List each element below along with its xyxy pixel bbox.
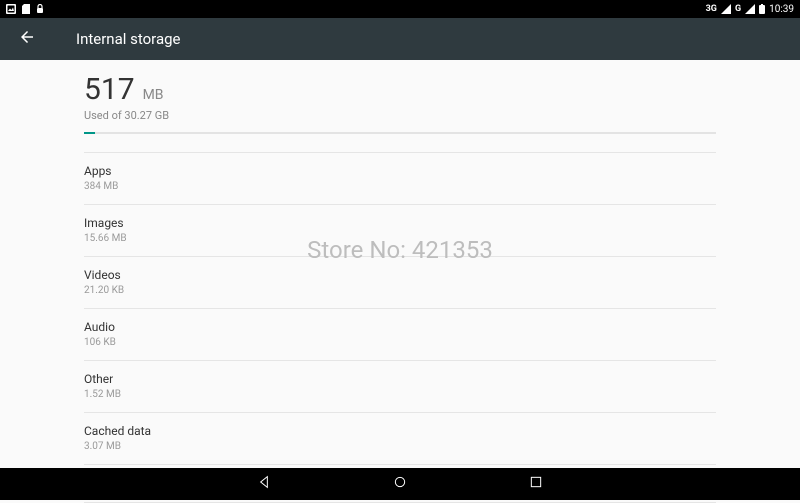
category-label: Cached data <box>84 424 716 438</box>
category-sub: 1.52 MB <box>84 389 716 400</box>
status-left <box>6 4 44 14</box>
signal-icon-2 <box>745 4 755 14</box>
signal-icon <box>721 4 731 14</box>
usage-subtitle: Used of 30.27 GB <box>84 109 716 122</box>
nav-recent-button[interactable] <box>528 474 544 494</box>
category-other[interactable]: Other 1.52 MB <box>84 360 716 412</box>
image-icon <box>6 4 16 14</box>
sd-card-icon <box>22 4 30 14</box>
status-bar: 3G G 10:39 <box>0 0 800 18</box>
category-images[interactable]: Images 15.66 MB <box>84 204 716 256</box>
nav-back-button[interactable] <box>256 474 272 494</box>
lock-icon <box>36 4 44 14</box>
page-title: Internal storage <box>76 30 181 48</box>
status-right: 3G G 10:39 <box>706 4 794 15</box>
usage-value: 517 <box>84 72 135 107</box>
usage-unit: MB <box>143 87 164 103</box>
usage-header: 517 MB Used of 30.27 GB <box>84 72 716 122</box>
category-apps[interactable]: Apps 384 MB <box>84 152 716 204</box>
category-cached[interactable]: Cached data 3.07 MB <box>84 412 716 464</box>
category-sub: 21.20 KB <box>84 285 716 296</box>
category-videos[interactable]: Videos 21.20 KB <box>84 256 716 308</box>
nav-home-button[interactable] <box>392 474 408 494</box>
network-type-label: 3G <box>706 4 717 14</box>
category-sub: 384 MB <box>84 181 716 192</box>
navigation-bar <box>0 468 800 500</box>
cell-type-label: G <box>735 4 741 14</box>
storage-content: 517 MB Used of 30.27 GB Apps 384 MB Imag… <box>0 60 800 503</box>
category-label: Videos <box>84 268 716 282</box>
storage-progress-fill <box>84 132 95 134</box>
category-label: Other <box>84 372 716 386</box>
category-label: Images <box>84 216 716 230</box>
category-label: Audio <box>84 320 716 334</box>
category-sub: 15.66 MB <box>84 233 716 244</box>
category-audio[interactable]: Audio 106 KB <box>84 308 716 360</box>
category-label: Apps <box>84 164 716 178</box>
category-list: Apps 384 MB Images 15.66 MB Videos 21.20… <box>84 152 716 503</box>
back-button[interactable] <box>18 28 36 50</box>
app-bar: Internal storage <box>0 18 800 60</box>
category-sub: 3.07 MB <box>84 441 716 452</box>
category-sub: 106 KB <box>84 337 716 348</box>
storage-progress <box>84 132 716 134</box>
clock-label: 10:39 <box>769 4 794 15</box>
battery-icon <box>759 4 765 14</box>
